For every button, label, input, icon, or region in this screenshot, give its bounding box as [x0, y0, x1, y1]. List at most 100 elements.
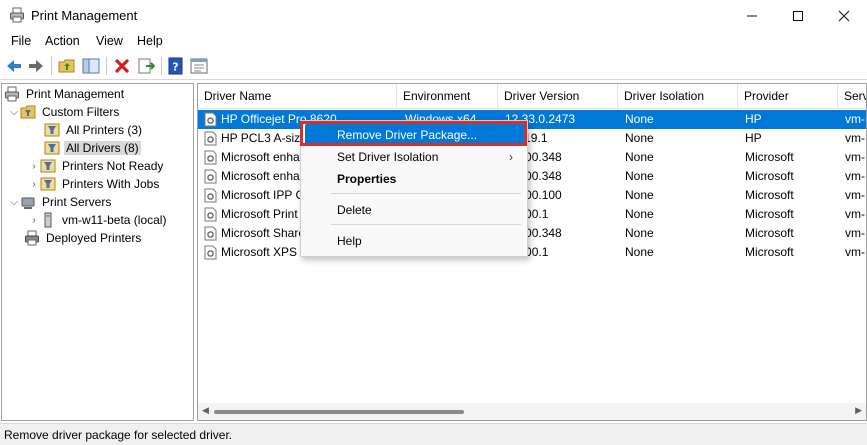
title-bar: Print Management [0, 0, 867, 31]
minimize-button[interactable] [729, 0, 775, 31]
menu-action[interactable]: Action [45, 34, 80, 48]
driver-list: Driver Name Environment Driver Version D… [197, 83, 867, 421]
maximize-button[interactable] [775, 0, 821, 31]
driver-icon [204, 226, 217, 241]
tree-item-server[interactable]: › vm-w11-beta (local) [28, 211, 168, 229]
cell-provider: Microsoft [745, 207, 794, 221]
driver-icon [204, 188, 217, 203]
menu-file[interactable]: File [11, 34, 31, 48]
toolbar-separator [161, 57, 162, 75]
column-header-environment[interactable]: Environment [397, 84, 498, 109]
menu-item-help[interactable]: Help [305, 230, 525, 252]
forward-icon[interactable] [27, 57, 45, 75]
close-icon [838, 10, 850, 21]
cell-driver-isolation: None [625, 188, 654, 202]
menu-view[interactable]: View [96, 34, 123, 48]
column-header-driver-version[interactable]: Driver Version [498, 84, 618, 109]
scroll-right-icon[interactable]: ▶ [855, 405, 862, 416]
tree-item-print-servers[interactable]: ⌵ Print Servers [8, 193, 113, 211]
back-icon[interactable] [5, 57, 23, 75]
table-row[interactable]: HP PCL3 A-size17119.1NoneHPvm- [198, 129, 866, 148]
cell-provider: Microsoft [745, 188, 794, 202]
show-hide-tree-icon[interactable] [82, 57, 100, 75]
properties-icon[interactable] [190, 57, 208, 75]
column-header-driver-isolation[interactable]: Driver Isolation [618, 84, 738, 109]
chevron-right-icon[interactable]: › [28, 179, 40, 190]
menu-item-label: Delete [337, 203, 372, 217]
delete-icon[interactable] [113, 57, 131, 75]
cell-provider: Microsoft [745, 169, 794, 183]
column-header-driver-name[interactable]: Driver Name [198, 84, 397, 109]
window-title: Print Management [31, 8, 138, 23]
horizontal-scrollbar[interactable]: ◀ ▶ [198, 403, 866, 420]
up-folder-icon[interactable] [58, 57, 76, 75]
close-button[interactable] [821, 0, 867, 31]
toolbar-separator [106, 57, 107, 75]
menu-item-properties[interactable]: Properties [305, 168, 525, 190]
export-list-icon[interactable] [137, 57, 155, 75]
filter-icon [44, 141, 60, 155]
tree-item-all-drivers[interactable]: All Drivers (8) [44, 139, 141, 157]
tree-label: All Drivers (8) [64, 141, 141, 155]
driver-icon [204, 169, 217, 184]
menu-bar: File Action View Help [0, 31, 867, 52]
cell-server: vm- [845, 245, 865, 259]
toolbar-separator [51, 57, 52, 75]
cell-driver-isolation: None [625, 226, 654, 240]
cell-server: vm- [845, 131, 865, 145]
cell-driver-isolation: None [625, 245, 654, 259]
chevron-right-icon[interactable]: › [28, 215, 40, 226]
table-row[interactable]: Microsoft XPS22000.1NoneMicrosoftvm- [198, 243, 866, 262]
cell-server: vm- [845, 112, 865, 126]
tree-label: vm-w11-beta (local) [62, 213, 167, 227]
minimize-icon [747, 15, 757, 16]
submenu-arrow-icon: › [509, 150, 513, 164]
cell-provider: HP [745, 131, 762, 145]
tree-item-print-management[interactable]: Print Management [4, 85, 126, 103]
tree-label: Print Servers [42, 195, 112, 209]
table-row[interactable]: Microsoft enha 22000.348 None Microsoft vm- [198, 148, 866, 167]
tree-label: Printers With Jobs [62, 177, 160, 191]
chevron-right-icon[interactable]: › [28, 161, 40, 172]
filter-folder-icon [20, 105, 36, 119]
tree-item-all-printers[interactable]: All Printers (3) [44, 121, 144, 139]
chevron-down-icon[interactable]: ⌵ [8, 197, 20, 208]
column-header-provider[interactable]: Provider [738, 84, 838, 109]
menu-item-label: Set Driver Isolation [337, 150, 439, 164]
cell-provider: HP [745, 112, 762, 126]
column-header-server[interactable]: Serv [838, 84, 866, 109]
scroll-left-icon[interactable]: ◀ [202, 405, 209, 416]
computer-icon [44, 212, 52, 228]
navigation-tree: Print Management ⌵ Custom Filters All Pr… [1, 83, 194, 421]
help-icon[interactable]: ? [167, 57, 185, 75]
server-icon [21, 197, 35, 209]
tree-item-custom-filters[interactable]: ⌵ Custom Filters [8, 103, 121, 121]
table-row[interactable]: HP Officejet Pro 8620 Windows x64 12.33.0.… [198, 110, 866, 129]
table-row[interactable]: Microsoft IPP C 22000.100 None Microsoft vm- [198, 186, 866, 205]
cell-provider: Microsoft [745, 245, 794, 259]
maximize-icon [793, 10, 803, 21]
printer-icon [25, 230, 39, 246]
menu-help[interactable]: Help [137, 34, 163, 48]
toolbar: ? [0, 52, 867, 80]
highlight-box [300, 121, 527, 146]
menu-item-label: Help [337, 234, 362, 248]
cell-server: vm- [845, 169, 865, 183]
cell-server: vm- [845, 188, 865, 202]
column-header-row: Driver Name Environment Driver Version D… [198, 84, 866, 109]
tree-item-printers-with-jobs[interactable]: › Printers With Jobs [28, 175, 161, 193]
driver-icon [204, 245, 217, 260]
driver-icon [204, 112, 217, 127]
driver-icon [204, 131, 217, 146]
table-row[interactable]: Microsoft Share 22000.348 None Microsoft vm- [198, 224, 866, 243]
tree-item-deployed-printers[interactable]: Deployed Printers [24, 229, 143, 247]
tree-label: Print Management [26, 87, 125, 101]
menu-item-set-driver-isolation[interactable]: Set Driver Isolation › [305, 146, 525, 168]
menu-item-delete[interactable]: Delete [305, 199, 525, 221]
table-row[interactable]: Microsoft Print22000.1NoneMicrosoftvm- [198, 205, 866, 224]
tree-item-printers-not-ready[interactable]: › Printers Not Ready [28, 157, 165, 175]
table-row[interactable]: Microsoft enha 22000.348 None Microsoft vm- [198, 167, 866, 186]
scrollbar-thumb[interactable] [214, 410, 464, 414]
menu-separator [331, 224, 521, 225]
chevron-down-icon[interactable]: ⌵ [8, 107, 20, 118]
